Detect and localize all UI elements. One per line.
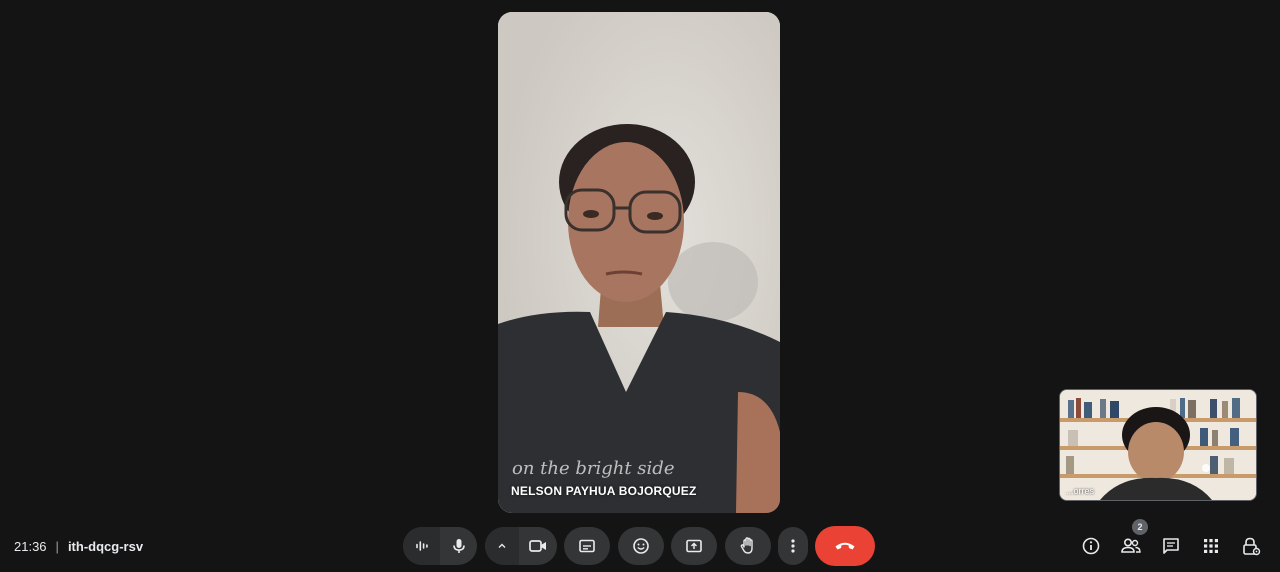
- people-icon: [1121, 538, 1141, 553]
- self-video: [1060, 390, 1256, 500]
- raise-hand-icon: [740, 537, 753, 554]
- people-button[interactable]: [1118, 533, 1144, 559]
- camera-options-button[interactable]: [485, 527, 519, 565]
- present-screen-button[interactable]: [671, 527, 717, 565]
- meeting-info-button[interactable]: [1078, 533, 1104, 559]
- meeting-details: 21:36 | ith-dqcg-rsv: [14, 538, 143, 554]
- microphone-button[interactable]: [440, 527, 477, 565]
- meeting-stage: on the bright side NELSON PAYHUA BOJORQU…: [0, 0, 1280, 572]
- self-name-label: ...orres: [1066, 486, 1095, 496]
- emoji-icon: [633, 538, 649, 554]
- more-options-button[interactable]: [778, 527, 808, 565]
- main-participant-tile[interactable]: on the bright side NELSON PAYHUA BOJORQU…: [498, 12, 780, 513]
- activities-button[interactable]: [1198, 533, 1224, 559]
- audio-control-group: [403, 527, 477, 565]
- self-view-tile[interactable]: ...orres: [1059, 389, 1257, 501]
- info-icon: [1082, 537, 1100, 555]
- audio-wave-icon: [415, 541, 428, 551]
- leave-call-button[interactable]: [815, 526, 875, 566]
- end-call-icon: [835, 542, 855, 550]
- participant-name-label: NELSON PAYHUA BOJORQUEZ: [511, 484, 697, 498]
- shirt-print-text: on the bright side: [512, 458, 674, 479]
- microphone-icon: [452, 539, 465, 553]
- host-controls-button[interactable]: [1238, 533, 1264, 559]
- meeting-separator: |: [55, 538, 59, 554]
- chat-icon: [1163, 538, 1179, 554]
- meeting-code: ith-dqcg-rsv: [67, 538, 144, 554]
- meeting-time: 21:36: [14, 538, 47, 554]
- audio-settings-button[interactable]: [403, 527, 440, 565]
- camera-icon: [529, 540, 546, 552]
- host-controls-icon: [1243, 537, 1261, 556]
- more-options-icon: [791, 539, 795, 553]
- captions-icon: [579, 539, 595, 553]
- chat-button[interactable]: [1158, 533, 1184, 559]
- present-screen-icon: [686, 539, 702, 553]
- camera-button[interactable]: [519, 527, 557, 565]
- captions-button[interactable]: [564, 527, 610, 565]
- reactions-button[interactable]: [618, 527, 664, 565]
- camera-control-group: [485, 527, 557, 565]
- participant-video: on the bright side: [498, 12, 780, 513]
- activities-icon: [1204, 539, 1218, 553]
- raise-hand-button[interactable]: [725, 527, 771, 565]
- chevron-up-icon: [498, 543, 506, 548]
